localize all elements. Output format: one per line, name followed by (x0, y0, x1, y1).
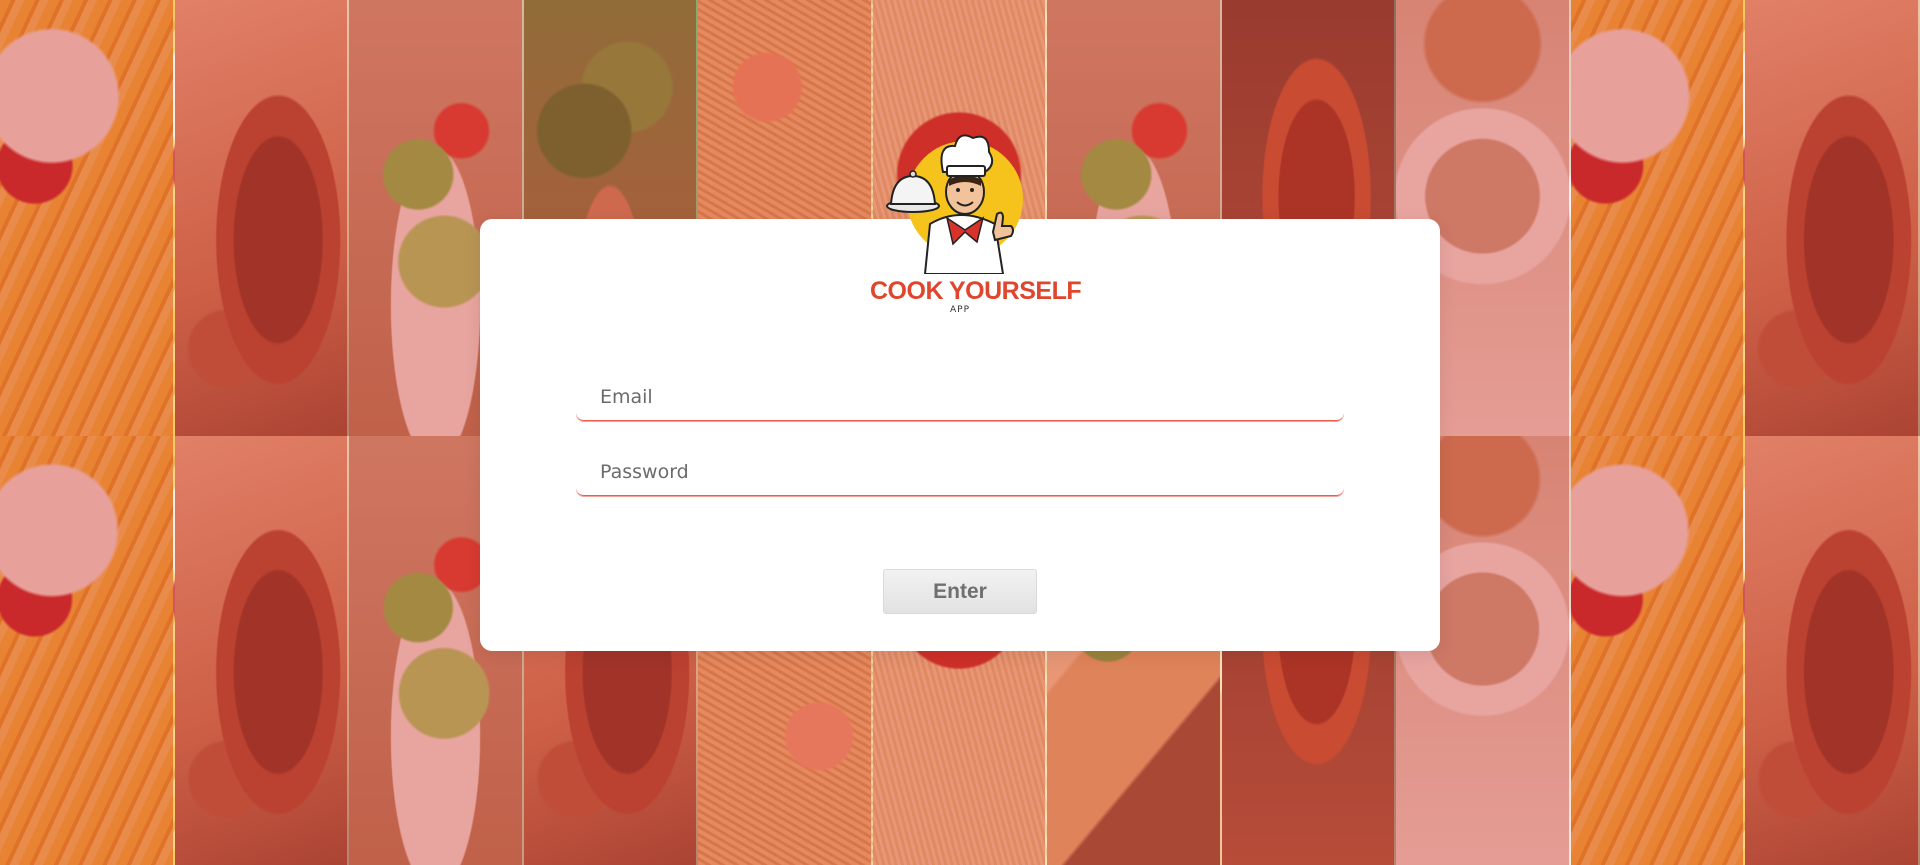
food-tile-steak (174, 0, 350, 436)
food-tile-steak (174, 436, 350, 865)
food-tile-fries (1570, 0, 1746, 436)
brand-subtitle: APP (949, 305, 970, 315)
brand-name: COOK YOURSELF (870, 277, 1082, 305)
food-tile-steak (1745, 436, 1920, 865)
food-tile-steak (1745, 0, 1920, 436)
login-page: COOK YOURSELF APP Enter (0, 0, 1920, 865)
enter-button[interactable]: Enter (883, 569, 1037, 614)
app-logo: COOK YOURSELF APP (870, 114, 1082, 324)
food-tile-fries (1570, 436, 1746, 865)
food-tile-fries (0, 0, 175, 436)
email-field[interactable] (576, 373, 1344, 421)
password-field[interactable] (576, 448, 1344, 496)
food-tile-fries (0, 436, 175, 865)
chef-mascot-icon (886, 134, 1023, 274)
